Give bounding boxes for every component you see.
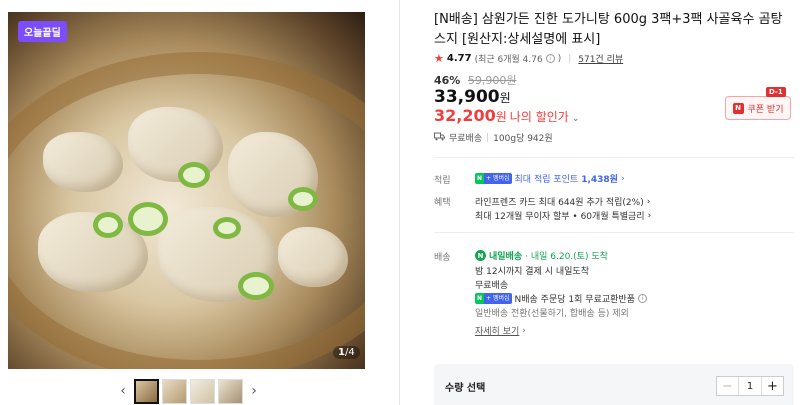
membership-badge: N + 멤버십: [475, 293, 512, 304]
sale-price-unit: 원: [499, 91, 511, 105]
counter-total: /4: [344, 347, 355, 358]
food-scallion: [238, 272, 274, 300]
membership-m: + 멤버십: [484, 293, 512, 304]
cutoff-text: 밤 12시까지 결제 시 내일도착: [475, 267, 589, 277]
food-scallion: [93, 212, 123, 238]
decrease-button[interactable]: −: [717, 377, 738, 395]
membership-n: N: [475, 293, 485, 304]
divider: |: [568, 53, 572, 64]
coupon-label: 쿠폰 받기: [747, 104, 784, 115]
sale-price: 33,900원: [434, 87, 511, 107]
chevron-right-icon: ›: [522, 325, 526, 336]
info-icon[interactable]: i: [545, 54, 555, 63]
food-scallion: [178, 162, 210, 188]
product-main-image[interactable]: [8, 12, 365, 369]
membership-n: N: [475, 173, 485, 184]
divider: |: [486, 132, 490, 143]
my-price-unit: 원: [495, 110, 507, 124]
points-value: 1,438원: [581, 175, 618, 185]
sale-price-value: 33,900: [434, 87, 500, 107]
section-divider: [434, 157, 794, 158]
my-price-label: 나의 할인가: [509, 110, 569, 124]
review-count-link[interactable]: 571건 리뷰: [578, 52, 623, 65]
food-scallion: [213, 217, 241, 239]
original-price: 59,900원: [467, 74, 517, 87]
thumbnail-2[interactable]: [162, 378, 187, 404]
chevron-down-icon: ⌄: [571, 114, 580, 124]
product-gallery: 오늘끝딜 1/4 ‹ ›: [0, 0, 400, 405]
chevron-left-icon[interactable]: ‹: [115, 378, 131, 404]
quantity-value[interactable]: 1: [738, 377, 762, 395]
product-title: [N배송] 삼원가든 진한 도가니탕 600g 3팩+3팩 사골육수 곰탕 스지…: [434, 12, 783, 47]
rating-score: 4.77: [446, 53, 472, 64]
quantity-label: 수량 선택: [445, 383, 486, 394]
tomorrow-date: · 내일 6.20.(토) 도착: [525, 252, 608, 262]
unit-price: 100g당 942원: [493, 134, 553, 144]
more-link-row[interactable]: 자세히 보기 ›: [475, 324, 526, 338]
rating-recent: (최근 6개월 4.76: [474, 55, 543, 65]
installment-row[interactable]: 최대 12개월 무이자 할부 • 60개월 특별금리 ›: [475, 209, 652, 223]
points-label: 적립: [434, 176, 451, 186]
membership-badge: N + 멤버십: [475, 173, 512, 184]
naver-logo-icon: N: [732, 102, 744, 114]
rating-close: ): [557, 53, 562, 64]
benefit-label: 혜택: [434, 198, 451, 208]
counter-current: 1: [338, 347, 345, 358]
increase-button[interactable]: +: [762, 377, 783, 395]
my-price-value: 32,200: [434, 106, 496, 125]
chevron-right-icon: ›: [646, 196, 651, 207]
excluded-text: 일반배송 전환(선물하기, 합배송 등) 제외: [475, 309, 629, 319]
deal-badge: 오늘끝딜: [18, 21, 67, 42]
quantity-stepper: − 1 +: [716, 376, 784, 396]
rating-row: ★ 4.77 (최근 6개월 4.76 i) | 571건 리뷰: [434, 52, 623, 65]
membership-m: + 멤버십: [484, 173, 512, 184]
star-icon: ★: [434, 52, 444, 65]
chevron-right-icon[interactable]: ›: [246, 378, 262, 404]
delivery-fee: 무료배송: [475, 281, 509, 291]
discount-percent: 46%: [434, 74, 461, 87]
tomorrow-delivery-row: N 내일배송 · 내일 6.20.(토) 도착: [475, 249, 608, 262]
discount-row: 46% 59,900원: [434, 72, 516, 88]
tomorrow-tag: 내일배송: [489, 252, 523, 262]
card-benefit: 라인프렌즈 카드 최대 644원 추가 적립(2%): [475, 198, 644, 208]
thumbnail-1[interactable]: [134, 378, 159, 404]
thumbnail-4[interactable]: [218, 378, 243, 404]
tomorrow-delivery-icon: N: [475, 250, 486, 261]
dday-badge: D-1: [766, 87, 786, 97]
food-scallion: [128, 202, 168, 236]
coupon-button[interactable]: N 쿠폰 받기: [725, 96, 791, 120]
chevron-right-icon: ›: [620, 173, 625, 184]
thumbnail-strip: ‹ ›: [115, 378, 262, 404]
chevron-right-icon: ›: [647, 210, 652, 221]
section-divider: [434, 232, 794, 233]
info-icon[interactable]: i: [637, 294, 647, 303]
card-benefit-row[interactable]: 라인프렌즈 카드 최대 644원 추가 적립(2%) ›: [475, 195, 651, 209]
more-details-link[interactable]: 자세히 보기: [475, 324, 519, 337]
quantity-box: 수량 선택 − 1 +: [434, 364, 794, 405]
free-shipping: 무료배송: [449, 134, 483, 144]
delivery-label: 배송: [434, 253, 451, 263]
truck-icon: [434, 132, 445, 144]
food-scallion: [288, 187, 318, 211]
installment-text: 최대 12개월 무이자 할부 • 60개월 특별금리: [475, 212, 645, 222]
thumbnail-3[interactable]: [190, 378, 215, 404]
points-row[interactable]: N + 멤버십 최대 적립 포인트 1,438원 ›: [475, 172, 625, 185]
shipping-row: 무료배송 | 100g당 942원: [434, 131, 553, 144]
points-text: 최대 적립 포인트: [514, 175, 579, 185]
return-row: N + 멤버십 N배송 주문당 1회 무료교환반품 i: [475, 292, 647, 305]
image-counter: 1/4: [333, 346, 360, 359]
return-text: N배송 주문당 1회 무료교환반품: [514, 295, 635, 305]
my-discount-price[interactable]: 32,200원 나의 할인가 ⌄: [434, 106, 579, 125]
